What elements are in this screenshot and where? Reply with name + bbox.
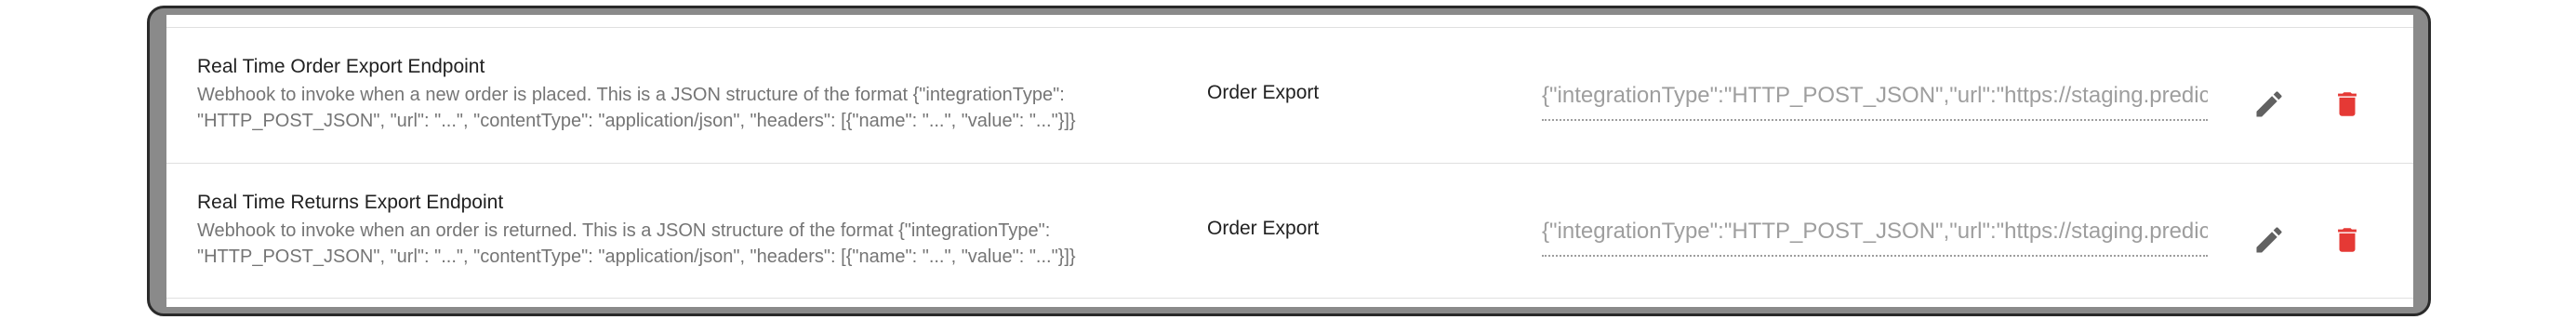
delete-button[interactable] bbox=[2329, 221, 2366, 259]
setting-group: Order Export bbox=[1207, 218, 1320, 239]
setting-name: Real Time Returns Export Endpoint bbox=[197, 192, 504, 213]
setting-value-input[interactable] bbox=[1542, 218, 2208, 246]
setting-group: Order Export bbox=[1207, 82, 1320, 103]
delete-button[interactable] bbox=[2329, 86, 2366, 123]
edit-button[interactable] bbox=[2251, 86, 2288, 123]
trash-icon bbox=[2338, 228, 2357, 252]
setting-row: Real Time Order Export Endpoint Webhook … bbox=[166, 27, 2413, 163]
pencil-icon bbox=[2256, 91, 2282, 117]
setting-description: Webhook to invoke when a new order is pl… bbox=[197, 85, 1076, 131]
trash-icon bbox=[2338, 92, 2357, 116]
setting-row: Real Time Returns Export Endpoint Webhoo… bbox=[166, 163, 2413, 299]
settings-list: Real Time Order Export Endpoint Webhook … bbox=[166, 15, 2413, 307]
setting-name: Real Time Order Export Endpoint bbox=[197, 56, 485, 77]
edit-button[interactable] bbox=[2251, 221, 2288, 259]
setting-value-input[interactable] bbox=[1542, 82, 2208, 110]
setting-value-field[interactable] bbox=[1542, 82, 2208, 121]
setting-value-field[interactable] bbox=[1542, 218, 2208, 257]
pencil-icon bbox=[2256, 227, 2282, 253]
setting-description: Webhook to invoke when an order is retur… bbox=[197, 220, 1076, 267]
